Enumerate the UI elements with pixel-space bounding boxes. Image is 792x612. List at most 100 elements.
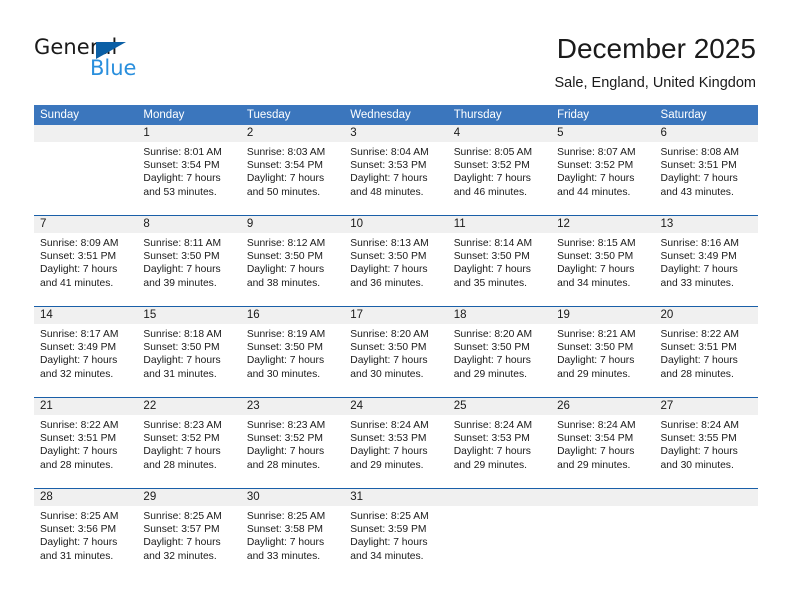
daylight-text-line1: Daylight: 7 hours [453,173,531,185]
day-number[interactable]: 30 [241,489,344,506]
day-cell[interactable]: Sunrise: 8:17 AM Sunset: 3:49 PM Dayligh… [34,324,137,397]
day-number[interactable] [34,125,137,142]
day-cell[interactable]: Sunrise: 8:08 AM Sunset: 3:51 PM Dayligh… [655,142,758,215]
daylight-text-line2: and 28 minutes. [143,459,217,471]
day-number[interactable]: 11 [448,216,551,233]
day-number[interactable]: 24 [344,398,447,415]
day-cell[interactable]: Sunrise: 8:24 AM Sunset: 3:54 PM Dayligh… [551,415,654,488]
daylight-text-line2: and 29 minutes. [453,368,527,380]
day-number[interactable]: 2 [241,125,344,142]
day-cell[interactable]: Sunrise: 8:14 AM Sunset: 3:50 PM Dayligh… [448,233,551,306]
sunrise-text: Sunrise: 8:03 AM [246,147,326,158]
day-number[interactable]: 9 [241,216,344,233]
day-cell[interactable]: Sunrise: 8:04 AM Sunset: 3:53 PM Dayligh… [344,142,447,215]
day-number[interactable]: 29 [137,489,240,506]
day-cell[interactable]: Sunrise: 8:23 AM Sunset: 3:52 PM Dayligh… [137,415,240,488]
day-cell[interactable] [655,506,758,582]
sunset-text: Sunset: 3:50 PM [350,342,427,354]
day-number[interactable]: 16 [241,307,344,324]
day-cell[interactable] [34,142,137,215]
day-number[interactable]: 20 [655,307,758,324]
day-cell[interactable]: Sunrise: 8:07 AM Sunset: 3:52 PM Dayligh… [551,142,654,215]
brand-logo[interactable]: General Blue [34,36,234,86]
day-number[interactable]: 15 [137,307,240,324]
day-cell[interactable]: Sunrise: 8:11 AM Sunset: 3:50 PM Dayligh… [137,233,240,306]
day-cell[interactable]: Sunrise: 8:09 AM Sunset: 3:51 PM Dayligh… [34,233,137,306]
day-number-band: 21 22 23 24 25 26 27 [34,398,758,415]
day-cell[interactable]: Sunrise: 8:13 AM Sunset: 3:50 PM Dayligh… [344,233,447,306]
day-number[interactable]: 21 [34,398,137,415]
day-number[interactable]: 26 [551,398,654,415]
day-cell[interactable]: Sunrise: 8:01 AM Sunset: 3:54 PM Dayligh… [137,142,240,215]
sunrise-text: Sunrise: 8:05 AM [453,147,533,158]
day-number[interactable]: 4 [448,125,551,142]
day-number[interactable]: 22 [137,398,240,415]
day-number[interactable]: 31 [344,489,447,506]
daylight-text-line2: and 34 minutes. [557,277,631,289]
daylight-text-line1: Daylight: 7 hours [246,355,325,367]
daylight-text-line2: and 30 minutes. [350,368,424,380]
day-number[interactable]: 19 [551,307,654,324]
day-number[interactable]: 27 [655,398,758,415]
daylight-text-line2: and 36 minutes. [350,277,424,289]
day-number[interactable]: 28 [34,489,137,506]
day-cell[interactable] [448,506,551,582]
day-cell[interactable]: Sunrise: 8:24 AM Sunset: 3:55 PM Dayligh… [655,415,758,488]
daylight-text-line1: Daylight: 7 hours [557,173,635,185]
sunset-text: Sunset: 3:52 PM [453,160,530,172]
day-number-band: 14 15 16 17 18 19 20 [34,307,758,324]
day-number[interactable]: 1 [137,125,240,142]
day-number[interactable] [655,489,758,506]
day-number[interactable]: 23 [241,398,344,415]
day-number[interactable]: 25 [448,398,551,415]
day-number[interactable]: 17 [344,307,447,324]
day-cell[interactable]: Sunrise: 8:16 AM Sunset: 3:49 PM Dayligh… [655,233,758,306]
day-cell[interactable]: Sunrise: 8:25 AM Sunset: 3:57 PM Dayligh… [137,506,240,582]
sunset-text: Sunset: 3:54 PM [246,160,323,172]
day-number[interactable] [551,489,654,506]
day-cell[interactable]: Sunrise: 8:20 AM Sunset: 3:50 PM Dayligh… [448,324,551,397]
day-cell[interactable]: Sunrise: 8:24 AM Sunset: 3:53 PM Dayligh… [344,415,447,488]
daylight-text-line1: Daylight: 7 hours [557,355,635,367]
day-cell[interactable]: Sunrise: 8:24 AM Sunset: 3:53 PM Dayligh… [448,415,551,488]
day-cell[interactable]: Sunrise: 8:15 AM Sunset: 3:50 PM Dayligh… [551,233,654,306]
day-number[interactable]: 18 [448,307,551,324]
daylight-text-line2: and 29 minutes. [453,459,527,471]
day-cell[interactable]: Sunrise: 8:22 AM Sunset: 3:51 PM Dayligh… [655,324,758,397]
weekday-header-sunday: Sunday [40,109,80,121]
day-cell[interactable]: Sunrise: 8:22 AM Sunset: 3:51 PM Dayligh… [34,415,137,488]
daylight-text-line1: Daylight: 7 hours [453,264,531,276]
day-number[interactable]: 13 [655,216,758,233]
day-cell[interactable]: Sunrise: 8:12 AM Sunset: 3:50 PM Dayligh… [241,233,344,306]
daylight-text-line2: and 46 minutes. [453,186,527,198]
day-number[interactable]: 14 [34,307,137,324]
day-cell[interactable]: Sunrise: 8:21 AM Sunset: 3:50 PM Dayligh… [551,324,654,397]
day-cell[interactable]: Sunrise: 8:18 AM Sunset: 3:50 PM Dayligh… [137,324,240,397]
day-cell[interactable] [551,506,654,582]
day-number[interactable]: 12 [551,216,654,233]
day-detail-band: Sunrise: 8:25 AM Sunset: 3:56 PM Dayligh… [34,506,758,582]
day-number[interactable] [448,489,551,506]
day-cell[interactable]: Sunrise: 8:23 AM Sunset: 3:52 PM Dayligh… [241,415,344,488]
day-cell[interactable]: Sunrise: 8:25 AM Sunset: 3:59 PM Dayligh… [344,506,447,582]
weekday-header-tuesday: Tuesday [246,109,291,121]
daylight-text-line1: Daylight: 7 hours [143,537,221,549]
daylight-text-line1: Daylight: 7 hours [660,355,738,367]
week-row: 7 8 9 10 11 12 13 Sunrise: 8:09 AM Sunse… [34,215,758,306]
day-number[interactable]: 10 [344,216,447,233]
day-cell[interactable]: Sunrise: 8:25 AM Sunset: 3:56 PM Dayligh… [34,506,137,582]
day-number[interactable]: 7 [34,216,137,233]
day-cell[interactable]: Sunrise: 8:19 AM Sunset: 3:50 PM Dayligh… [241,324,344,397]
day-cell[interactable]: Sunrise: 8:25 AM Sunset: 3:58 PM Dayligh… [241,506,344,582]
day-number[interactable]: 5 [551,125,654,142]
daylight-text-line1: Daylight: 7 hours [350,537,428,549]
weekday-header-wednesday: Wednesday [350,109,411,121]
day-cell[interactable]: Sunrise: 8:03 AM Sunset: 3:54 PM Dayligh… [241,142,344,215]
day-cell[interactable]: Sunrise: 8:20 AM Sunset: 3:50 PM Dayligh… [344,324,447,397]
day-cell[interactable]: Sunrise: 8:05 AM Sunset: 3:52 PM Dayligh… [448,142,551,215]
day-number[interactable]: 6 [655,125,758,142]
day-number[interactable]: 3 [344,125,447,142]
day-number[interactable]: 8 [137,216,240,233]
calendar-grid: Sunday Monday Tuesday Wednesday Thursday… [34,105,758,582]
sunrise-text: Sunrise: 8:15 AM [557,238,636,249]
